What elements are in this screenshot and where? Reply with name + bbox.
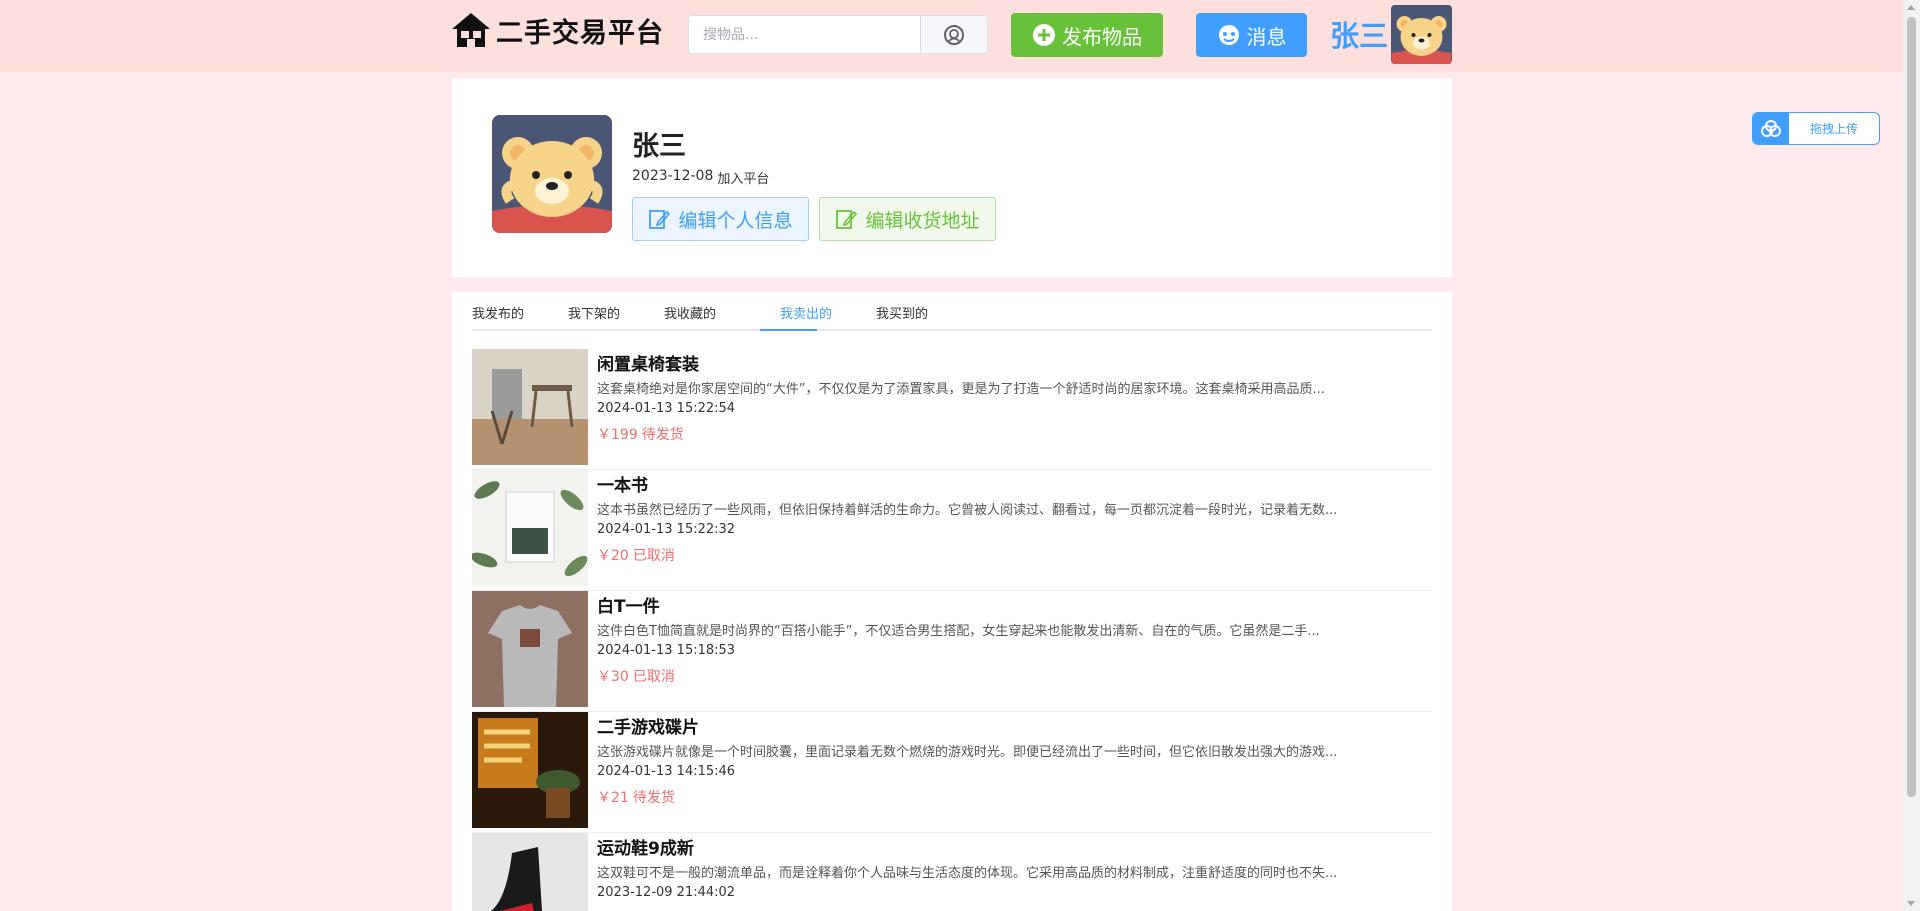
item-price-status: ￥30 已取消 bbox=[597, 666, 675, 686]
search-icon bbox=[944, 24, 964, 45]
joined-label: 加入平台 bbox=[717, 172, 770, 187]
item-title: 二手游戏碟片 bbox=[597, 718, 699, 738]
cloud-upload-icon bbox=[1761, 119, 1781, 137]
publish-item-button[interactable]: 发布物品 bbox=[1011, 13, 1163, 57]
tab-sold[interactable]: 我卖出的 bbox=[780, 303, 832, 331]
item-date: 2023-12-09 21:44:02 bbox=[597, 885, 736, 900]
profile-name: 张三 bbox=[632, 131, 686, 162]
messages-label: 消息 bbox=[1246, 24, 1287, 49]
item-status: 已取消 bbox=[632, 548, 675, 564]
item-thumbnail bbox=[472, 833, 588, 911]
search-button[interactable] bbox=[920, 16, 987, 53]
edit-address-label: 编辑收货地址 bbox=[865, 209, 980, 232]
item-title: 一本书 bbox=[597, 476, 648, 496]
edit-profile-button[interactable]: 编辑个人信息 bbox=[632, 197, 809, 241]
edit-icon bbox=[836, 210, 858, 229]
book-image bbox=[472, 470, 588, 586]
item-date: 2024-01-13 14:15:46 bbox=[597, 764, 736, 779]
bear-avatar-icon bbox=[492, 115, 612, 233]
edit-icon bbox=[649, 210, 671, 229]
plus-circle-icon bbox=[1033, 24, 1055, 46]
item-price-status: ￥20 已取消 bbox=[597, 545, 675, 565]
item-price: ￥30 bbox=[597, 669, 629, 685]
item-status: 已取消 bbox=[632, 669, 675, 685]
item-title: 闲置桌椅套装 bbox=[597, 355, 699, 375]
messages-button[interactable]: 消息 bbox=[1196, 13, 1307, 57]
item-title: 白T一件 bbox=[597, 597, 660, 617]
edit-address-button[interactable]: 编辑收货地址 bbox=[819, 197, 996, 241]
item-thumbnail bbox=[472, 349, 588, 465]
search-input[interactable] bbox=[689, 16, 920, 53]
bear-avatar-icon bbox=[1391, 5, 1452, 64]
drag-upload-button[interactable]: 拖拽上传 bbox=[1752, 112, 1880, 145]
site-logo[interactable]: 二手交易平台 bbox=[450, 10, 664, 50]
joined-date: 2023-12-08 bbox=[632, 168, 714, 184]
header-avatar[interactable] bbox=[1391, 5, 1452, 64]
site-title: 二手交易平台 bbox=[496, 17, 664, 49]
item-price: ￥21 bbox=[597, 790, 629, 806]
item-thumbnail bbox=[472, 591, 588, 707]
list-item[interactable]: 运动鞋9成新 这双鞋可不是一般的潮流单品，而是诠释着你个人品味与生活态度的体现。… bbox=[472, 833, 1432, 911]
upload-icon-box bbox=[1753, 113, 1789, 144]
list-item[interactable]: 一本书 这本书虽然已经历了一些风雨，但依旧保持着鲜活的生命力。它曾被人阅读过、翻… bbox=[472, 470, 1432, 591]
tab-bought[interactable]: 我买到的 bbox=[876, 303, 928, 331]
item-date: 2024-01-13 15:22:32 bbox=[597, 522, 736, 537]
scroll-thumb[interactable] bbox=[1907, 17, 1916, 797]
item-price-status: ￥199 待发货 bbox=[597, 424, 684, 444]
list-item[interactable]: 二手游戏碟片 这张游戏碟片就像是一个时间胶囊，里面记录着无数个燃烧的游戏时光。即… bbox=[472, 712, 1432, 833]
header-username[interactable]: 张三 bbox=[1330, 16, 1388, 56]
scroll-up-arrow-icon[interactable] bbox=[1907, 5, 1915, 10]
sneaker-image bbox=[472, 833, 588, 911]
upload-label: 拖拽上传 bbox=[1809, 122, 1858, 136]
scroll-down-arrow-icon[interactable] bbox=[1907, 901, 1915, 906]
item-description: 这件白色T恤简直就是时尚界的“百搭小能手”，不仅适合男生搭配，女生穿起来也能散发… bbox=[597, 624, 1320, 639]
item-price: ￥199 bbox=[597, 427, 638, 443]
items-panel: 我发布的 我下架的 我收藏的 我卖出的 我买到的 闲置桌椅套装 这套桌椅绝对是你… bbox=[452, 292, 1452, 911]
tab-delisted[interactable]: 我下架的 bbox=[568, 303, 620, 331]
house-icon bbox=[452, 13, 490, 47]
item-status: 待发货 bbox=[641, 427, 684, 443]
tab-published[interactable]: 我发布的 bbox=[472, 303, 524, 331]
item-tabs: 我发布的 我下架的 我收藏的 我卖出的 我买到的 bbox=[472, 292, 1432, 331]
game-disc-image bbox=[472, 712, 588, 828]
item-date: 2024-01-13 15:22:54 bbox=[597, 401, 736, 416]
item-description: 这本书虽然已经历了一些风雨，但依旧保持着鲜活的生命力。它曾被人阅读过、翻看过，每… bbox=[597, 503, 1338, 518]
edit-profile-label: 编辑个人信息 bbox=[678, 209, 793, 232]
item-description: 这张游戏碟片就像是一个时间胶囊，里面记录着无数个燃烧的游戏时光。即便已经流出了一… bbox=[597, 745, 1338, 760]
tab-favorites[interactable]: 我收藏的 bbox=[664, 303, 716, 331]
table-chair-image bbox=[472, 349, 588, 465]
list-item[interactable]: 白T一件 这件白色T恤简直就是时尚界的“百搭小能手”，不仅适合男生搭配，女生穿起… bbox=[472, 591, 1432, 712]
item-title: 运动鞋9成新 bbox=[597, 839, 694, 859]
item-price-status: ￥21 待发货 bbox=[597, 787, 675, 807]
item-thumbnail bbox=[472, 712, 588, 828]
profile-joined-info: 2023-12-08 加入平台 bbox=[632, 168, 769, 187]
active-tab-indicator bbox=[760, 329, 817, 331]
profile-card: 张三 2023-12-08 加入平台 编辑个人信息 编辑收货地址 bbox=[452, 78, 1452, 277]
item-status: 待发货 bbox=[632, 790, 675, 806]
item-description: 这套桌椅绝对是你家居空间的“大件”，不仅仅是为了添置家具，更是为了打造一个舒适时… bbox=[597, 382, 1325, 397]
profile-avatar bbox=[492, 115, 612, 233]
tshirt-image bbox=[472, 591, 588, 707]
publish-label: 发布物品 bbox=[1062, 24, 1142, 49]
item-thumbnail bbox=[472, 470, 588, 586]
item-date: 2024-01-13 15:18:53 bbox=[597, 643, 736, 658]
top-header: 二手交易平台 发布物品 消息 张三 bbox=[0, 0, 1920, 72]
message-icon bbox=[1218, 25, 1239, 45]
item-price: ￥20 bbox=[597, 548, 629, 564]
search-bar bbox=[688, 15, 988, 54]
list-item[interactable]: 闲置桌椅套装 这套桌椅绝对是你家居空间的“大件”，不仅仅是为了添置家具，更是为了… bbox=[472, 349, 1432, 470]
page-scrollbar[interactable] bbox=[1903, 0, 1920, 911]
item-description: 这双鞋可不是一般的潮流单品，而是诠释着你个人品味与生活态度的体现。它采用高品质的… bbox=[597, 866, 1338, 881]
